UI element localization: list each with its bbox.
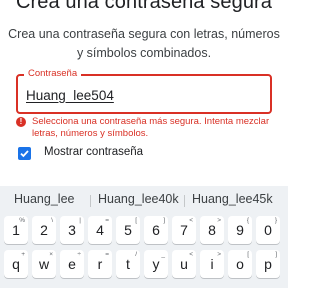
key-8[interactable]: >8 <box>200 216 224 244</box>
key-t[interactable]: / t <box>116 250 140 278</box>
suggestion-3[interactable]: Huang_lee45k <box>192 192 273 206</box>
key-5[interactable]: [5 <box>116 216 140 244</box>
key-1[interactable]: % 1 <box>4 216 28 244</box>
page-title: Crea una contraseña segura <box>15 0 273 13</box>
suggestion-1[interactable]: Huang_lee <box>14 192 74 206</box>
key-e[interactable]: ÷ e <box>60 250 84 278</box>
key-6[interactable]: ] 6 <box>144 216 168 244</box>
key-3[interactable]: | 3 <box>60 216 84 244</box>
key-p[interactable]: ] p <box>256 250 280 278</box>
key-y[interactable]: _ y <box>144 250 168 278</box>
password-field[interactable]: Contraseña <box>16 68 272 114</box>
suggestion-divider <box>90 195 91 207</box>
key-9[interactable]: {9 <box>228 216 252 244</box>
key-2[interactable]: \ 2 <box>32 216 56 244</box>
password-input[interactable] <box>26 85 256 105</box>
suggestion-2[interactable]: Huang_lee40k <box>98 192 179 206</box>
key-w[interactable]: × w <box>32 250 56 278</box>
error-icon: ! <box>16 117 26 127</box>
key-u[interactable]: < u <box>172 250 196 278</box>
key-r[interactable]: = r <box>88 250 112 278</box>
password-field-label: Contraseña <box>24 68 82 80</box>
page-subtitle: Crea una contraseña segura con letras, n… <box>8 27 280 60</box>
key-i[interactable]: > i <box>200 250 224 278</box>
show-password-label: Mostrar contraseña <box>44 146 144 158</box>
suggestion-strip: Huang_lee Huang_lee40k Huang_lee45k <box>0 186 288 214</box>
checkmark-icon <box>20 150 29 158</box>
error-message: Selecciona una contraseña más segura. In… <box>32 116 270 139</box>
key-0[interactable]: } 0 <box>256 216 280 244</box>
key-q[interactable]: + q <box>4 250 28 278</box>
suggestion-divider <box>184 195 185 207</box>
key-7[interactable]: <7 <box>172 216 196 244</box>
on-screen-keyboard: Huang_lee Huang_lee40k Huang_lee45k % 1 \… <box>0 186 288 288</box>
key-4[interactable]: = 4 <box>88 216 112 244</box>
key-o[interactable]: [o <box>228 250 252 278</box>
show-password-checkbox[interactable] <box>18 147 31 160</box>
